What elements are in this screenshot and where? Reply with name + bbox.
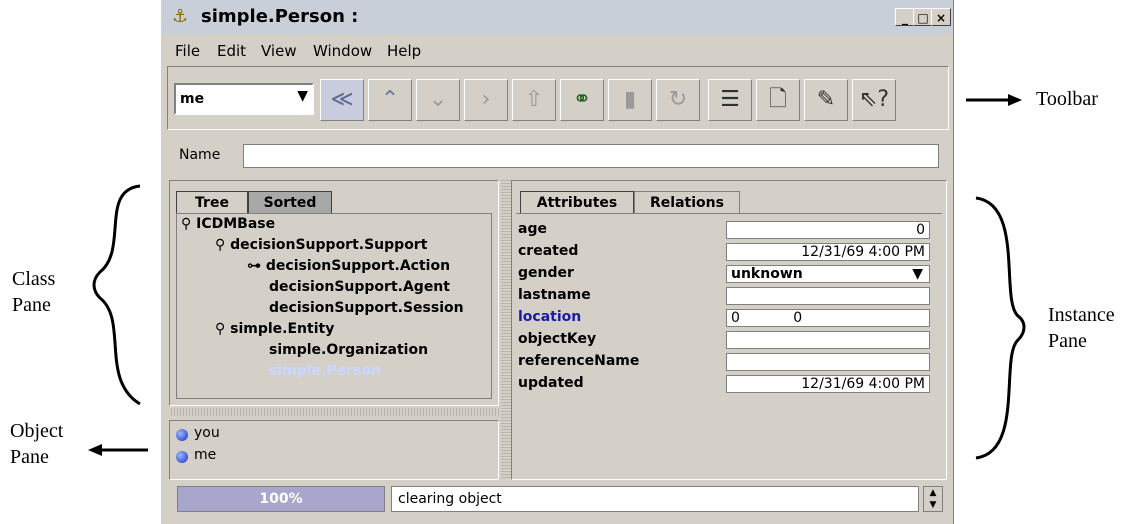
- toolbar-annotation: Toolbar: [1036, 88, 1098, 110]
- object-arrowhead: [88, 444, 102, 456]
- class-pane-annotation-line2: Pane: [12, 294, 51, 316]
- instance-pane-annotation-line2: Pane: [1048, 330, 1087, 352]
- object-pane-annotation-line1: Object: [10, 420, 64, 442]
- object-pane-annotation-line2: Pane: [10, 446, 49, 468]
- instance-pane-brace: [975, 196, 1026, 460]
- annotation-layer: [88, 94, 1026, 460]
- class-pane-brace: [92, 184, 141, 406]
- toolbar-arrowhead: [1008, 94, 1022, 106]
- class-pane-annotation-line1: Class: [12, 268, 56, 290]
- instance-pane-annotation-line1: Instance: [1048, 304, 1115, 326]
